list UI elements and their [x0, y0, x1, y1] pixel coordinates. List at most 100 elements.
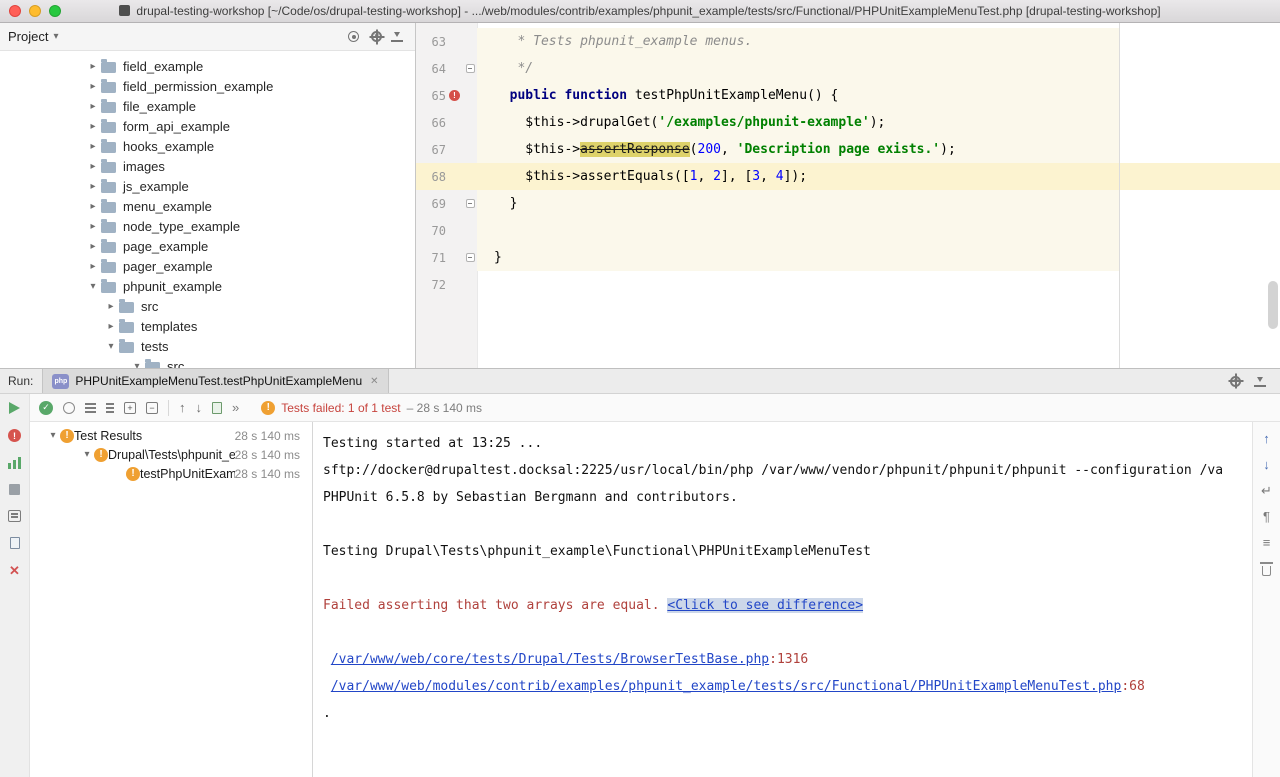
tree-item-phpunit-example[interactable]: ▾phpunit_example [0, 276, 415, 296]
chevron-down-icon[interactable]: ▾ [86, 281, 100, 292]
console-line: PHPUnit 6.5.8 by Sebastian Bergmann and … [323, 484, 1252, 511]
tree-item-src[interactable]: ▸src [0, 296, 415, 316]
previous-failed-test-icon[interactable]: ↑ [179, 400, 186, 415]
chevron-right-icon[interactable]: ▸ [86, 141, 100, 152]
chevron-right-icon[interactable]: ▸ [86, 81, 100, 92]
chevron-down-icon[interactable]: ▾ [46, 430, 60, 441]
failed-test-gutter-icon[interactable]: ! [449, 90, 460, 101]
chevron-right-icon[interactable]: ▸ [86, 61, 100, 72]
tree-item-tests[interactable]: ▾tests [0, 336, 415, 356]
show-passed-icon[interactable]: ✓ [39, 401, 53, 415]
test-tree-row[interactable]: ! testPhpUnitExampleM... 28 s 140 ms [30, 464, 312, 483]
code-line[interactable]: 72 [416, 271, 1280, 298]
stop-button[interactable] [9, 484, 20, 495]
fold-marker-icon[interactable] [466, 199, 475, 208]
code-line[interactable]: 69 } [416, 190, 1280, 217]
code-line[interactable]: 64 */ [416, 55, 1280, 82]
project-settings[interactable]: ▾ [371, 31, 379, 42]
fold-marker-icon[interactable] [466, 253, 475, 262]
minimize-window-button[interactable] [29, 5, 41, 17]
next-failed-test-icon[interactable]: ↓ [196, 400, 203, 415]
chevron-right-icon[interactable]: ▸ [86, 261, 100, 272]
import-test-results-button[interactable] [10, 537, 20, 549]
locate-file-icon[interactable] [348, 31, 359, 42]
fold-marker-icon[interactable] [466, 64, 475, 73]
tree-item-form-api-example[interactable]: ▸form_api_example [0, 116, 415, 136]
run-settings[interactable]: ▾ [1230, 376, 1238, 387]
console-link[interactable]: <Click to see difference> [667, 598, 863, 613]
tree-item-images[interactable]: ▸images [0, 156, 415, 176]
chevron-right-icon[interactable]: ▸ [86, 221, 100, 232]
chevron-down-icon[interactable]: ▾ [80, 449, 94, 460]
window-titlebar: drupal-testing-workshop [~/Code/os/drupa… [0, 0, 1280, 23]
tree-item-node-type-example[interactable]: ▸node_type_example [0, 216, 415, 236]
tests-duration-text: – 28 s 140 ms [407, 401, 482, 415]
scroll-up-icon[interactable]: ↑ [1263, 432, 1270, 445]
gutter: 69 [416, 190, 477, 217]
tree-item-pager-example[interactable]: ▸pager_example [0, 256, 415, 276]
folder-icon [101, 62, 116, 73]
tree-item-field-example[interactable]: ▸field_example [0, 56, 415, 76]
run-tab[interactable]: php PHPUnitExampleMenuTest.testPhpUnitEx… [42, 369, 388, 393]
chevron-right-icon[interactable]: ▸ [86, 101, 100, 112]
code-line[interactable]: 67 $this->assertResponse(200, 'Descripti… [416, 136, 1280, 163]
folder-icon [119, 322, 134, 333]
project-panel-title: Project [8, 29, 48, 44]
console-settings-icon[interactable]: ≡ [1263, 536, 1271, 549]
code-line[interactable]: 71} [416, 244, 1280, 271]
console-link[interactable]: /var/www/web/core/tests/Drupal/Tests/Bro… [331, 652, 769, 667]
rerun-failed-tests-button[interactable]: ! [8, 429, 21, 442]
chevron-down-icon[interactable]: ▾ [130, 361, 144, 369]
scroll-down-icon[interactable]: ↓ [1263, 458, 1270, 471]
chevron-right-icon[interactable]: ▸ [86, 201, 100, 212]
code-line[interactable]: 63 * Tests phpunit_example menus. [416, 28, 1280, 55]
chevron-right-icon[interactable]: ▸ [86, 241, 100, 252]
show-ignored-icon[interactable] [63, 402, 75, 414]
chevron-right-icon[interactable]: ▸ [86, 181, 100, 192]
tree-item-file-example[interactable]: ▸file_example [0, 96, 415, 116]
chevron-right-icon[interactable]: ▸ [104, 321, 118, 332]
test-statistics-button[interactable] [8, 457, 21, 469]
close-window-button[interactable] [9, 5, 21, 17]
chevron-down-icon[interactable]: ▾ [104, 341, 118, 352]
test-tree-row[interactable]: ▾ ! Test Results 28 s 140 ms [30, 426, 312, 445]
test-console-output[interactable]: Testing started at 13:25 ... sftp://dock… [313, 422, 1252, 777]
code-line[interactable]: 70 [416, 217, 1280, 244]
close-tab-icon[interactable]: ✕ [370, 376, 378, 387]
code-editor[interactable]: 63 * Tests phpunit_example menus. 64 */ … [416, 23, 1280, 368]
test-tree-row[interactable]: ▾ ! Drupal\Tests\phpunit_ex... 28 s 140 … [30, 445, 312, 464]
code-line[interactable]: 65! public function testPhpUnitExampleMe… [416, 82, 1280, 109]
rerun-tests-button[interactable] [9, 402, 20, 414]
tree-item-menu-example[interactable]: ▸menu_example [0, 196, 415, 216]
clear-console-icon[interactable] [1262, 566, 1271, 576]
more-actions-icon[interactable]: » [232, 400, 239, 415]
sort-alphabetically-icon[interactable] [106, 403, 114, 413]
console-link[interactable]: /var/www/web/modules/contrib/examples/ph… [331, 679, 1122, 694]
hide-panel-icon[interactable] [391, 31, 403, 42]
editor-scrollbar[interactable] [1268, 281, 1278, 329]
tree-item-field-permission-example[interactable]: ▸field_permission_example [0, 76, 415, 96]
code-line-highlighted[interactable]: 68 $this->assertEquals([1, 2], [3, 4]); [416, 163, 1280, 190]
expand-all-icon[interactable]: + [124, 402, 136, 414]
chevron-right-icon[interactable]: ▸ [86, 121, 100, 132]
collapse-all-icon[interactable]: − [146, 402, 158, 414]
hide-run-panel-icon[interactable] [1254, 376, 1266, 387]
test-history-icon[interactable] [212, 402, 222, 414]
tree-item-js-example[interactable]: ▸js_example [0, 176, 415, 196]
chevron-right-icon[interactable]: ▸ [104, 301, 118, 312]
tree-item-templates[interactable]: ▸templates [0, 316, 415, 336]
project-tool-button[interactable]: Project ▾ [8, 29, 59, 44]
close-run-panel-button[interactable]: ✕ [9, 564, 20, 577]
tree-item-tests-src[interactable]: ▾src [0, 356, 415, 368]
show-whitespace-icon[interactable]: ¶ [1263, 510, 1270, 523]
tree-item-page-example[interactable]: ▸page_example [0, 236, 415, 256]
window-controls [0, 5, 61, 17]
soft-wrap-icon[interactable]: ↵ [1261, 484, 1272, 497]
zoom-window-button[interactable] [49, 5, 61, 17]
chevron-right-icon[interactable]: ▸ [86, 161, 100, 172]
sort-by-duration-icon[interactable] [85, 403, 96, 413]
console-text: :68 [1121, 679, 1144, 694]
code-line[interactable]: 66 $this->drupalGet('/examples/phpunit-e… [416, 109, 1280, 136]
tree-item-hooks-example[interactable]: ▸hooks_example [0, 136, 415, 156]
console-view-button[interactable] [8, 510, 21, 522]
